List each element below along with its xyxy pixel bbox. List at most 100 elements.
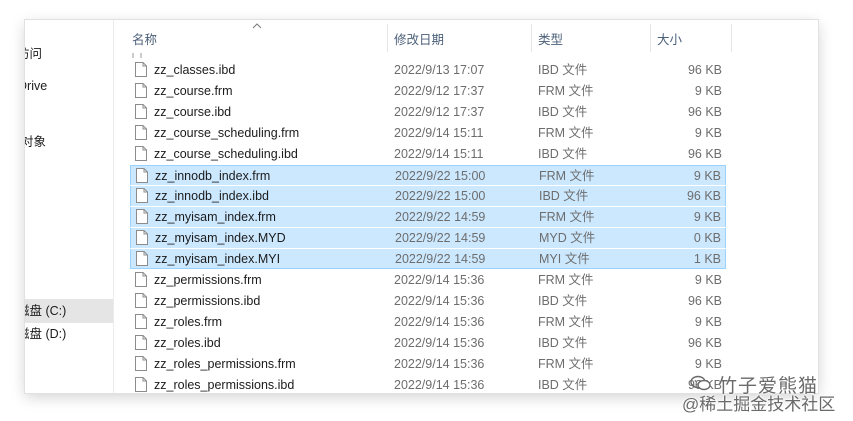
- file-size: 96 KB: [686, 189, 721, 203]
- nav-item[interactable]: 面: [25, 273, 113, 297]
- file-icon: [135, 314, 147, 329]
- file-row[interactable]: zz_classes.ibd 2022/9/13 17:07 IBD 文件 96 KB: [130, 60, 726, 80]
- file-name: zz_roles.frm: [154, 315, 223, 329]
- file-modified-date: 2022/9/14 15:36: [394, 336, 485, 350]
- nav-item[interactable]: 对象: [25, 130, 113, 154]
- file-icon: [135, 125, 147, 140]
- pane-divider[interactable]: [113, 20, 114, 393]
- file-type: FRM 文件: [538, 84, 594, 98]
- file-size: 96 KB: [687, 105, 722, 119]
- file-type: IBD 文件: [538, 336, 588, 350]
- file-name: zz_roles.ibd: [154, 336, 221, 350]
- column-divider[interactable]: [650, 24, 651, 52]
- file-size: 9 KB: [693, 169, 721, 183]
- file-size: 96 KB: [687, 147, 722, 161]
- file-type: FRM 文件: [538, 315, 594, 329]
- file-name: zz_myisam_index.MYD: [155, 231, 286, 245]
- nav-item-label: 片: [25, 205, 26, 229]
- column-header-row: 名称 修改日期 类型 大小: [128, 20, 818, 52]
- file-name: zz_classes.ibd: [154, 63, 236, 77]
- nav-item[interactable]: 片: [25, 205, 113, 229]
- file-name: zz_innodb_index.frm: [155, 169, 271, 183]
- nav-item[interactable]: 乐: [25, 249, 113, 273]
- nav-item[interactable]: 载: [25, 227, 113, 251]
- nav-item-label: 厂: [25, 180, 26, 204]
- file-list: zz_classes.ibd 2022/9/13 17:07 IBD 文件 96 KB…: [130, 60, 730, 393]
- file-type: IBD 文件: [538, 147, 588, 161]
- nav-item-label: 磁盘 (C:): [25, 304, 67, 318]
- file-modified-date: 2022/9/22 15:00: [395, 189, 486, 203]
- file-modified-date: 2022/9/22 14:59: [395, 231, 486, 245]
- file-row[interactable]: zz_myisam_index.frm 2022/9/22 14:59 FRM 文件…: [130, 207, 726, 227]
- file-row[interactable]: zz_roles_permissions.ibd 2022/9/14 15:36 I…: [130, 375, 726, 393]
- file-row[interactable]: zz_course.frm 2022/9/12 17:37 FRM 文件 9 KB: [130, 81, 726, 101]
- nav-item-label: 页: [25, 155, 26, 179]
- nav-item[interactable]: 磁盘 (C:): [25, 299, 113, 323]
- nav-item[interactable]: 厂: [25, 180, 113, 204]
- file-row[interactable]: zz_innodb_index.ibd 2022/9/22 15:00 IBD 文件…: [130, 186, 726, 206]
- file-modified-date: 2022/9/12 17:37: [394, 84, 485, 98]
- file-icon: [136, 230, 148, 245]
- nav-item-label: 脑: [25, 105, 26, 129]
- file-size: 9 KB: [693, 210, 721, 224]
- file-name: zz_roles_permissions.frm: [154, 357, 296, 371]
- nav-item[interactable]: Drive: [25, 74, 113, 98]
- nav-item[interactable]: 访问: [25, 42, 113, 66]
- column-header-size[interactable]: 大小: [657, 20, 682, 52]
- file-row[interactable]: zz_course_scheduling.ibd 2022/9/14 15:11 I…: [130, 144, 726, 164]
- file-modified-date: 2022/9/14 15:36: [394, 273, 485, 287]
- file-explorer-window: 访问 Drive 脑对象页厂片载乐面磁盘 (C:) 磁盘 (D:) 名称 修改日期 类…: [25, 20, 818, 393]
- file-row[interactable]: zz_course_scheduling.frm 2022/9/14 15:11 F…: [130, 123, 726, 143]
- file-name: zz_permissions.ibd: [154, 294, 261, 308]
- file-row[interactable]: zz_roles_permissions.frm 2022/9/14 15:36 F…: [130, 354, 726, 374]
- file-modified-date: 2022/9/14 15:36: [394, 378, 485, 392]
- file-type: IBD 文件: [538, 63, 588, 77]
- file-row[interactable]: zz_myisam_index.MYD 2022/9/22 14:59 MYD 文件…: [130, 228, 726, 248]
- file-modified-date: 2022/9/14 15:36: [394, 357, 485, 371]
- file-size: 9 KB: [694, 357, 722, 371]
- file-type: FRM 文件: [539, 169, 595, 183]
- column-header-type[interactable]: 类型: [538, 20, 563, 52]
- file-icon: [136, 188, 148, 203]
- file-modified-date: 2022/9/14 15:11: [394, 126, 484, 140]
- file-icon: [135, 104, 147, 119]
- file-name: zz_innodb_index.ibd: [155, 189, 269, 203]
- nav-item-label: 对象: [25, 135, 47, 149]
- file-row[interactable]: zz_roles.ibd 2022/9/14 15:36 IBD 文件 96 KB: [130, 333, 726, 353]
- file-icon: [135, 62, 147, 77]
- file-type: IBD 文件: [538, 105, 588, 119]
- navigation-pane: 访问 Drive 脑对象页厂片载乐面磁盘 (C:) 磁盘 (D:): [25, 20, 113, 393]
- file-row[interactable]: zz_permissions.frm 2022/9/14 15:36 FRM 文件 9…: [130, 270, 726, 290]
- file-name: zz_course.frm: [154, 84, 233, 98]
- file-row[interactable]: zz_permissions.ibd 2022/9/14 15:36 IBD 文件 9…: [130, 291, 726, 311]
- file-icon: [135, 146, 147, 161]
- column-divider[interactable]: [387, 24, 388, 52]
- file-size: 96 KB: [687, 336, 722, 350]
- file-icon: [135, 272, 147, 287]
- file-row[interactable]: zz_course.ibd 2022/9/12 17:37 IBD 文件 96 KB: [130, 102, 726, 122]
- file-row[interactable]: zz_innodb_index.frm 2022/9/22 15:00 FRM 文件…: [130, 165, 726, 185]
- column-header-name[interactable]: 名称: [132, 20, 157, 52]
- file-modified-date: 2022/9/22 15:00: [395, 169, 486, 183]
- file-icon: [135, 356, 147, 371]
- file-modified-date: 2022/9/14 15:36: [394, 294, 485, 308]
- nav-item[interactable]: 脑: [25, 105, 113, 129]
- file-icon: [135, 83, 147, 98]
- file-name: zz_course_scheduling.ibd: [154, 147, 298, 161]
- file-type: IBD 文件: [538, 378, 588, 392]
- file-size: 9 KB: [694, 315, 722, 329]
- file-size: 96 KB: [687, 378, 722, 392]
- nav-item[interactable]: 页: [25, 155, 113, 179]
- file-name: zz_course.ibd: [154, 105, 232, 119]
- file-row[interactable]: zz_myisam_index.MYI 2022/9/22 14:59 MYI 文件…: [130, 249, 726, 269]
- file-modified-date: 2022/9/22 14:59: [395, 252, 486, 266]
- file-size: 1 KB: [693, 252, 721, 266]
- file-type: MYI 文件: [539, 252, 590, 266]
- nav-item[interactable]: 磁盘 (D:): [25, 322, 113, 346]
- column-divider[interactable]: [731, 24, 732, 52]
- file-row[interactable]: zz_roles.frm 2022/9/14 15:36 FRM 文件 9 KB: [130, 312, 726, 332]
- column-header-date[interactable]: 修改日期: [394, 20, 444, 52]
- column-divider[interactable]: [531, 24, 532, 52]
- file-icon: [136, 168, 148, 183]
- file-type: IBD 文件: [538, 294, 588, 308]
